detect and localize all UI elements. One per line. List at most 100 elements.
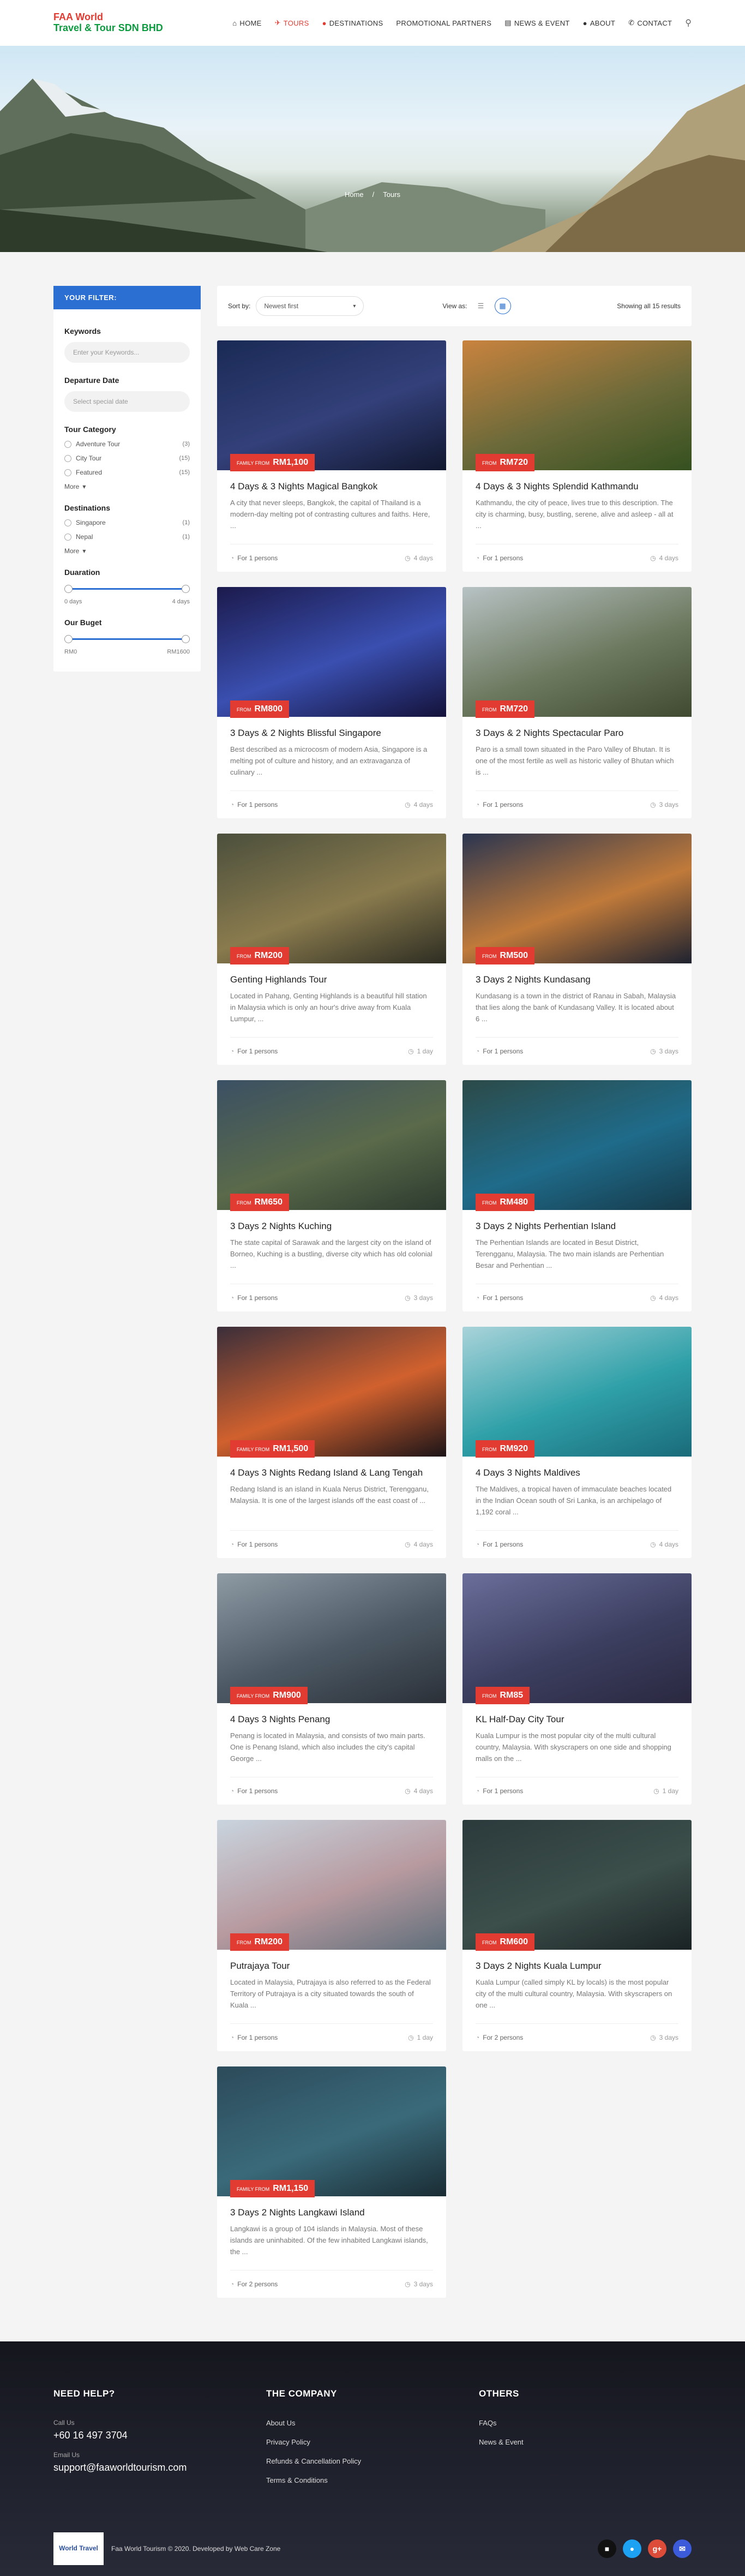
tour-card[interactable]: FAMILY FROM RM1,100 4 Days & 3 Nights Magi… [217, 340, 446, 572]
tour-image[interactable]: FROM RM480 [462, 1080, 692, 1211]
tour-image[interactable]: FROM RM920 [462, 1327, 692, 1458]
footer-link-refunds[interactable]: Refunds & Cancellation Policy [266, 2457, 479, 2465]
clock-icon: ◷ [650, 1294, 656, 1302]
slider-handle-min[interactable] [64, 635, 73, 643]
tour-meta: ◔ For 1 persons ◷ 4 days [230, 1777, 433, 1795]
tour-title[interactable]: 4 Days 3 Nights Maldives [462, 1457, 692, 1478]
category-more-button[interactable]: More ▾ [64, 483, 190, 490]
tour-title[interactable]: KL Half-Day City Tour [462, 1703, 692, 1725]
tour-title[interactable]: 3 Days & 2 Nights Spectacular Paro [462, 717, 692, 739]
nav-contact[interactable]: ✆ CONTACT [628, 19, 672, 27]
duration-slider[interactable] [64, 583, 190, 594]
tour-title[interactable]: 3 Days 2 Nights Kundasang [462, 963, 692, 985]
tour-card[interactable]: FROM RM600 3 Days 2 Nights Kuala Lumpur Kua… [462, 1820, 692, 2051]
category-featured[interactable]: Featured (15) [64, 469, 190, 476]
tour-card[interactable]: FROM RM720 3 Days & 2 Nights Spectacular P… [462, 587, 692, 818]
tour-card[interactable]: FROM RM85 KL Half-Day City Tour Kuala Lumpu… [462, 1573, 692, 1805]
nav-about[interactable]: ● ABOUT [583, 19, 615, 27]
slider-handle-max[interactable] [182, 585, 190, 593]
main-area: YOUR FILTER: Keywords Enter your Keyword… [0, 286, 745, 2298]
tour-title[interactable]: 4 Days 3 Nights Redang Island & Lang Ten… [217, 1457, 446, 1478]
tour-image[interactable]: FROM RM720 [462, 587, 692, 718]
tour-title[interactable]: 4 Days & 3 Nights Splendid Kathmandu [462, 470, 692, 492]
nav-news[interactable]: ▤ NEWS & EVENT [504, 19, 569, 27]
tour-card[interactable]: FROM RM200 Genting Highlands Tour Located i… [217, 834, 446, 1065]
tour-card[interactable]: FAMILY FROM RM1,150 3 Days 2 Nights Langka… [217, 2066, 446, 2298]
twitter-icon[interactable]: ● [623, 2539, 641, 2558]
footer-email[interactable]: support@faaworldtourism.com [53, 2462, 266, 2473]
google-plus-icon[interactable]: g+ [648, 2539, 666, 2558]
tour-card[interactable]: FAMILY FROM RM1,500 4 Days 3 Nights Redang… [217, 1327, 446, 1558]
tour-title[interactable]: 3 Days 2 Nights Kuching [217, 1210, 446, 1232]
footer-link-about[interactable]: About Us [266, 2419, 479, 2427]
price-badge: FROM RM600 [476, 1933, 535, 1951]
facebook-icon[interactable]: ■ [598, 2539, 616, 2558]
slider-handle-min[interactable] [64, 585, 73, 593]
tour-image[interactable]: FAMILY FROM RM1,150 [217, 2066, 446, 2197]
tour-title[interactable]: 4 Days 3 Nights Penang [217, 1703, 446, 1725]
persons-icon: ◔ [230, 554, 235, 562]
tour-image[interactable]: FAMILY FROM RM900 [217, 1573, 446, 1704]
persons-icon: ◔ [230, 2034, 235, 2041]
tour-image[interactable]: FAMILY FROM RM1,500 [217, 1327, 446, 1458]
search-icon[interactable]: ⚲ [685, 17, 692, 28]
tour-card[interactable]: FROM RM920 4 Days 3 Nights Maldives The Mal… [462, 1327, 692, 1558]
tour-image[interactable]: FAMILY FROM RM1,100 [217, 340, 446, 471]
tour-title[interactable]: Putrajaya Tour [217, 1950, 446, 1972]
tour-image[interactable]: FROM RM500 [462, 834, 692, 964]
tour-image[interactable]: FROM RM200 [217, 1820, 446, 1951]
tour-card[interactable]: FROM RM650 3 Days 2 Nights Kuching The stat… [217, 1080, 446, 1311]
tour-card[interactable]: FROM RM720 4 Days & 3 Nights Splendid Kath… [462, 340, 692, 572]
email-icon[interactable]: ✉ [673, 2539, 692, 2558]
footer-phone[interactable]: +60 16 497 3704 [53, 2430, 266, 2441]
tour-card[interactable]: FROM RM200 Putrajaya Tour Located in Malays… [217, 1820, 446, 2051]
tour-title[interactable]: 3 Days 2 Nights Kuala Lumpur [462, 1950, 692, 1972]
category-adventure[interactable]: Adventure Tour (3) [64, 440, 190, 448]
tour-card[interactable]: FROM RM800 3 Days & 2 Nights Blissful Sing… [217, 587, 446, 818]
destination-more-button[interactable]: More ▾ [64, 547, 190, 555]
tour-image[interactable]: FROM RM85 [462, 1573, 692, 1704]
destination-singapore[interactable]: Singapore (1) [64, 519, 190, 526]
category-city[interactable]: City Tour (15) [64, 454, 190, 462]
sort-select[interactable]: Newest first ▾ [256, 296, 364, 316]
footer-link-terms[interactable]: Terms & Conditions [266, 2476, 479, 2484]
footer-link-news[interactable]: News & Event [479, 2438, 692, 2446]
tour-card[interactable]: FAMILY FROM RM900 4 Days 3 Nights Penang Pe… [217, 1573, 446, 1805]
tour-title[interactable]: 3 Days 2 Nights Perhentian Island [462, 1210, 692, 1232]
site-logo[interactable]: FAA World Travel & Tour SDN BHD [53, 11, 163, 34]
nav-destinations[interactable]: ● DESTINATIONS [322, 19, 383, 27]
grid-view-icon[interactable]: ▦ [494, 298, 511, 314]
nav-tours[interactable]: ✈ TOURS [275, 19, 309, 27]
list-view-icon[interactable]: ☰ [473, 298, 489, 314]
tour-image[interactable]: FROM RM600 [462, 1820, 692, 1951]
tour-title[interactable]: 3 Days & 2 Nights Blissful Singapore [217, 717, 446, 739]
budget-slider[interactable] [64, 633, 190, 644]
tour-card[interactable]: FROM RM500 3 Days 2 Nights Kundasang Kundas… [462, 834, 692, 1065]
tour-meta: ◔ For 1 persons ◷ 1 day [476, 1777, 678, 1795]
duration-max: 4 days [172, 598, 190, 605]
breadcrumb-home[interactable]: Home [345, 190, 364, 199]
footer-link-privacy[interactable]: Privacy Policy [266, 2438, 479, 2446]
site-footer: NEED HELP? Call Us +60 16 497 3704 Email… [0, 2341, 745, 2576]
tour-image[interactable]: FROM RM650 [217, 1080, 446, 1211]
persons-icon: ◔ [476, 2034, 480, 2041]
user-icon: ● [582, 19, 587, 27]
footer-link-faqs[interactable]: FAQs [479, 2419, 692, 2427]
tour-card[interactable]: FROM RM480 3 Days 2 Nights Perhentian Isla… [462, 1080, 692, 1311]
tour-duration: 1 day [417, 1047, 433, 1055]
radio-icon [64, 440, 71, 448]
nav-home[interactable]: ⌂ HOME [232, 19, 261, 27]
keywords-input[interactable]: Enter your Keywords... [64, 342, 190, 363]
slider-handle-max[interactable] [182, 635, 190, 643]
persons-icon: ◔ [476, 1294, 480, 1302]
tour-title[interactable]: 3 Days 2 Nights Langkawi Island [217, 2196, 446, 2218]
clock-icon: ◷ [405, 1787, 411, 1795]
tour-title[interactable]: Genting Highlands Tour [217, 963, 446, 985]
tour-title[interactable]: 4 Days & 3 Nights Magical Bangkok [217, 470, 446, 492]
departure-date-input[interactable]: Select special date [64, 391, 190, 412]
tour-image[interactable]: FROM RM800 [217, 587, 446, 718]
tour-image[interactable]: FROM RM200 [217, 834, 446, 964]
nav-partners[interactable]: PROMOTIONAL PARTNERS [396, 19, 491, 27]
destination-nepal[interactable]: Nepal (1) [64, 533, 190, 541]
tour-image[interactable]: FROM RM720 [462, 340, 692, 471]
